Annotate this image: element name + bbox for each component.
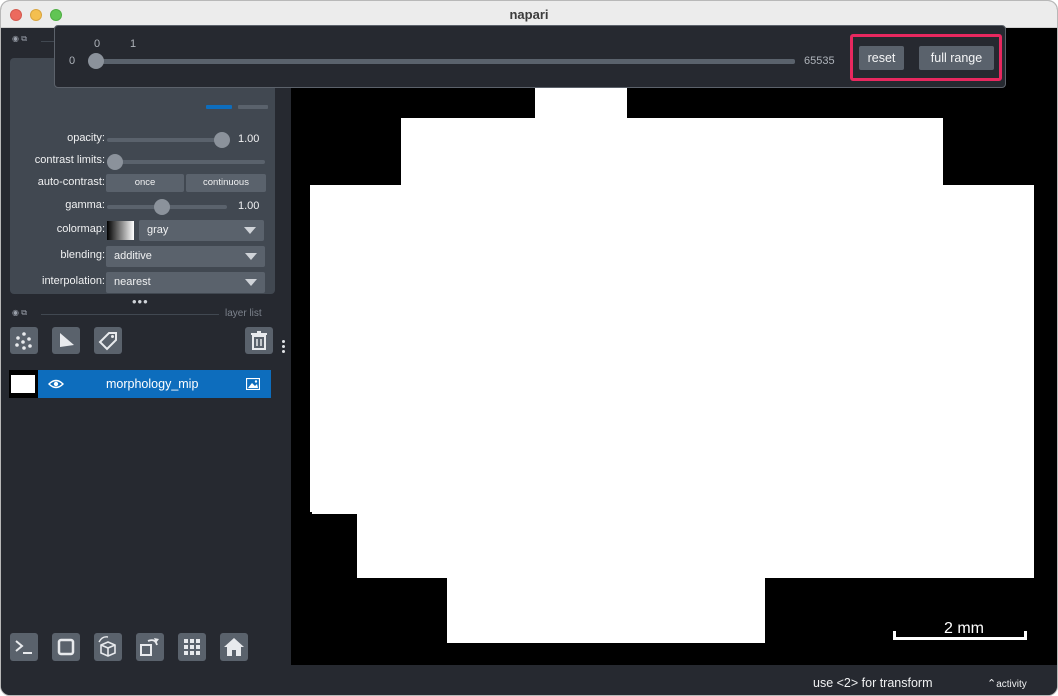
contrast-limits-row: contrast limits: [10,151,275,173]
colormap-value: gray [147,224,169,236]
new-labels-layer-button[interactable] [94,327,122,354]
layer-controls-top-button-2[interactable] [238,105,268,109]
gamma-row: gamma: 1.00 [10,196,275,218]
3d-cube-icon [98,636,116,657]
colormap-row: colormap: gray [10,220,275,242]
layer-thumbnail [9,370,38,398]
more-options-icon[interactable] [282,340,286,356]
blending-row: blending: additive [10,246,275,268]
delete-layer-button[interactable] [245,327,273,354]
colormap-dropdown[interactable]: gray [139,220,264,241]
blending-label: blending: [60,249,105,261]
points-icon [15,332,32,350]
contrast-range-handle[interactable] [88,53,104,69]
contrast-limits-label: contrast limits: [34,154,105,166]
title-bar: napari [1,1,1057,28]
layer-list-item[interactable]: morphology_mip [38,370,271,398]
home-icon [224,638,244,656]
image-region [447,568,765,643]
gamma-slider-handle[interactable] [154,199,170,215]
opacity-row: opacity: 1.00 [10,129,275,151]
contrast-limits-handle[interactable] [107,154,123,170]
dock-splitter-handle[interactable]: ••• [132,294,149,309]
controls-dock-header-icons[interactable]: ◉ ⧉ [12,34,27,44]
colormap-swatch [107,221,134,240]
layer-controls-top-button[interactable] [206,105,232,109]
interpolation-value: nearest [114,276,151,288]
window-title: napari [509,7,549,22]
image-icon [246,378,260,390]
opacity-slider-handle[interactable] [214,132,230,148]
console-icon [15,640,32,654]
opacity-value: 1.00 [238,133,260,145]
image-canvas[interactable]: 2 mm [291,28,1057,665]
roll-dimensions-button[interactable] [94,633,122,661]
layerlist-dock-header-icons[interactable]: ◉ ⧉ [12,308,27,318]
activity-label: activity [996,679,1027,690]
chevron-down-icon [245,253,257,260]
square-icon [57,638,75,656]
interpolation-row: interpolation: nearest [10,272,275,294]
gamma-value: 1.00 [238,200,260,212]
new-shapes-layer-button[interactable] [52,327,80,354]
auto-contrast-label: auto-contrast: [37,176,105,188]
contrast-range-slider[interactable] [95,59,795,64]
status-bar: use <2> for transform ⌃activity [1,665,1057,695]
scale-bar-tick-left [893,631,896,640]
left-dock: ◉ ⧉ opacity: 1.00 contrast limits: auto-… [1,28,291,675]
shapes-icon [60,333,74,347]
auto-contrast-once-button[interactable]: once [106,174,184,192]
blending-value: additive [114,250,152,262]
layer-name[interactable]: morphology_mip [106,377,198,391]
toggle-ndisplay-button[interactable] [52,633,80,661]
napari-window: napari ◉ ⧉ opacity: 1.00 contrast limits… [0,0,1058,696]
grid-icon [184,639,200,655]
slider-tick-low: 0 [94,38,101,50]
blending-dropdown[interactable]: additive [106,246,265,267]
rotate-icon [140,638,159,656]
status-message: use <2> for transform [813,676,933,690]
colormap-label: colormap: [56,223,105,235]
full-range-button[interactable]: full range [919,46,994,70]
transpose-button[interactable] [136,633,164,661]
opacity-label: opacity: [67,132,105,144]
grid-view-button[interactable] [178,633,206,661]
home-button[interactable] [220,633,248,661]
chevron-down-icon [245,279,257,286]
new-points-layer-button[interactable] [10,327,38,354]
labels-icon [98,332,117,351]
delete-icon [251,331,267,350]
slider-tick-high: 1 [130,38,137,50]
interpolation-label: interpolation: [42,275,105,287]
range-min-label: 0 [69,55,76,67]
console-button[interactable] [10,633,38,661]
eye-icon[interactable] [48,378,64,390]
interpolation-dropdown[interactable]: nearest [106,272,265,293]
gamma-label: gamma: [65,199,105,211]
scale-bar-tick-right [1024,631,1027,640]
reset-button[interactable]: reset [859,46,904,70]
opacity-slider[interactable] [107,138,227,142]
auto-contrast-row: auto-contrast: once continuous [10,173,275,195]
range-max-label: 65535 [804,55,835,67]
auto-contrast-continuous-button[interactable]: continuous [186,174,266,192]
layer-controls-panel: opacity: 1.00 contrast limits: auto-cont… [10,58,275,294]
activity-button[interactable]: ⌃activity [987,677,1027,690]
image-region [312,328,1032,514]
contrast-limits-popup: 0 1 0 65535 reset full range [54,25,1006,88]
contrast-limits-slider[interactable] [107,160,265,164]
scale-bar-label: 2 mm [944,620,984,637]
chevron-up-icon: ⌃ [987,678,997,690]
chevron-down-icon [244,227,256,234]
layerlist-header-line [41,314,219,315]
layer-list-title: layer list [225,308,262,319]
